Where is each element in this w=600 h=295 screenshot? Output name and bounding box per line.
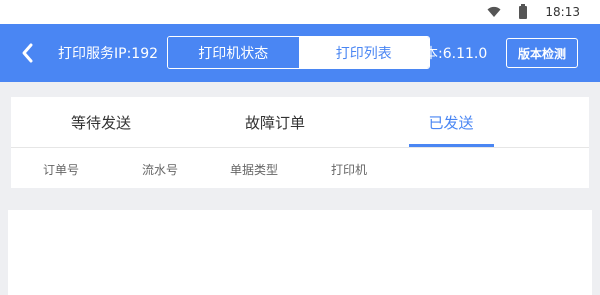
column-document-type: 单据类型 — [230, 163, 279, 177]
header-version-text: 本:6.11.0 — [424, 46, 488, 62]
app-header: 打印服务IP:192 本:6.11.0 打印机状态 打印列表 版本检测 — [0, 24, 600, 82]
active-tab-indicator — [409, 144, 494, 147]
tab-failed-orders[interactable]: 故障订单 — [215, 97, 335, 148]
version-check-button[interactable]: 版本检测 — [506, 38, 578, 68]
status-bar: 18:13 — [0, 0, 600, 24]
back-button[interactable] — [16, 40, 40, 66]
column-order-number: 订单号 — [43, 163, 80, 177]
segment-print-list[interactable]: 打印列表 — [298, 37, 429, 68]
order-list-panel — [8, 210, 592, 295]
status-time: 18:13 — [545, 5, 580, 19]
column-printer: 打印机 — [331, 163, 368, 177]
battery-icon — [519, 3, 528, 19]
tab-waiting-send[interactable]: 等待发送 — [41, 97, 161, 148]
segmented-control: 打印机状态 打印列表 — [167, 36, 430, 69]
column-serial-number: 流水号 — [142, 163, 179, 177]
tab-sent[interactable]: 已发送 — [391, 97, 511, 148]
chevron-left-icon — [22, 43, 33, 63]
table-header: 订单号 流水号 单据类型 打印机 — [11, 149, 589, 188]
tab-bar: 等待发送 故障订单 已发送 — [11, 97, 589, 148]
wifi-icon — [487, 6, 501, 18]
segment-printer-status[interactable]: 打印机状态 — [168, 37, 299, 68]
header-title: 打印服务IP:192 — [58, 46, 159, 62]
order-tabs-card: 等待发送 故障订单 已发送 订单号 流水号 单据类型 打印机 — [11, 97, 589, 188]
